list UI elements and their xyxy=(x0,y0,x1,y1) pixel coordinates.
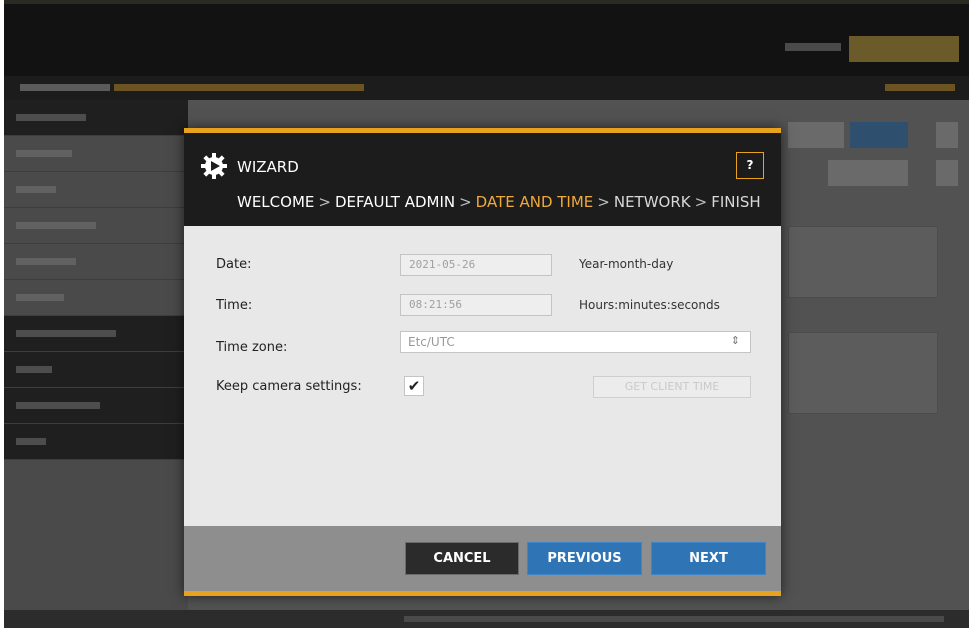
blurred-button xyxy=(828,160,908,186)
blurred-card xyxy=(788,226,938,298)
time-format-hint: Hours:minutes:seconds xyxy=(579,298,720,312)
select-updown-icon: ⇕ xyxy=(730,334,740,347)
app-footer xyxy=(4,610,969,628)
wizard-play-gear-icon xyxy=(201,153,227,179)
wizard-footer: CANCEL PREVIOUS NEXT xyxy=(184,526,781,596)
app-breadcrumb-bar xyxy=(4,76,969,100)
blurred-button xyxy=(788,122,844,148)
sidebar-item-blurred xyxy=(4,280,188,316)
help-button[interactable]: ? xyxy=(736,152,764,179)
next-button[interactable]: NEXT xyxy=(651,542,766,575)
app-top-bar xyxy=(4,0,969,76)
step-default-admin: DEFAULT ADMIN xyxy=(334,193,456,211)
sidebar-item-blurred xyxy=(4,388,188,424)
timezone-select[interactable]: Etc/UTC ⇕ xyxy=(400,331,751,353)
previous-button[interactable]: PREVIOUS xyxy=(527,542,642,575)
date-field: 2021-05-26 xyxy=(400,254,552,276)
sidebar-item-blurred xyxy=(4,208,188,244)
sidebar-item-blurred xyxy=(4,244,188,280)
wizard-body: Date: 2021-05-26 Year-month-day Time: 08… xyxy=(184,226,781,526)
step-network: NETWORK xyxy=(613,193,691,211)
wizard-title: WIZARD xyxy=(237,158,299,176)
step-welcome: WELCOME xyxy=(237,193,315,211)
blurred-button xyxy=(936,122,958,148)
timezone-selected-value: Etc/UTC xyxy=(408,335,455,349)
step-separator: > xyxy=(318,193,331,211)
app-sidebar xyxy=(4,100,188,610)
blurred-card xyxy=(788,332,938,414)
sidebar-item-blurred xyxy=(4,172,188,208)
checkmark-icon: ✔ xyxy=(407,377,421,395)
cancel-button[interactable]: CANCEL xyxy=(405,542,519,575)
sidebar-item-blurred xyxy=(4,424,188,460)
blurred-button xyxy=(936,160,958,186)
time-field: 08:21:56 xyxy=(400,294,552,316)
timezone-label: Time zone: xyxy=(216,340,288,355)
date-label: Date: xyxy=(216,257,252,272)
keep-camera-settings-checkbox[interactable]: ✔ xyxy=(404,376,424,396)
blurred-button xyxy=(850,122,908,148)
step-separator: > xyxy=(694,193,708,211)
time-label: Time: xyxy=(216,298,253,313)
step-finish: FINISH xyxy=(711,193,761,211)
wizard-dialog: WIZARD ? WELCOME > DEFAULT ADMIN > DATE AND … xyxy=(184,128,781,596)
breadcrumb-blurred-a xyxy=(20,84,110,91)
keep-camera-settings-label: Keep camera settings: xyxy=(216,379,362,394)
sidebar-item-blurred xyxy=(4,316,188,352)
brand-text-blurred xyxy=(785,43,841,51)
date-format-hint: Year-month-day xyxy=(579,257,674,271)
brand-button-blurred xyxy=(849,36,959,62)
wizard-steps-breadcrumb: WELCOME > DEFAULT ADMIN > DATE AND TIME > NETW… xyxy=(237,193,761,211)
step-separator: > xyxy=(459,193,472,211)
breadcrumb-blurred-c xyxy=(885,84,955,91)
wizard-header: WIZARD ? WELCOME > DEFAULT ADMIN > DATE AND … xyxy=(184,128,781,226)
footer-text-blurred xyxy=(404,616,944,622)
breadcrumb-blurred-b xyxy=(114,84,364,91)
step-separator: > xyxy=(597,193,610,211)
step-date-and-time-current: DATE AND TIME xyxy=(475,193,594,211)
sidebar-item-blurred xyxy=(4,352,188,388)
get-client-time-button[interactable]: GET CLIENT TIME xyxy=(593,376,751,398)
sidebar-item-blurred xyxy=(4,100,188,136)
sidebar-item-blurred xyxy=(4,136,188,172)
